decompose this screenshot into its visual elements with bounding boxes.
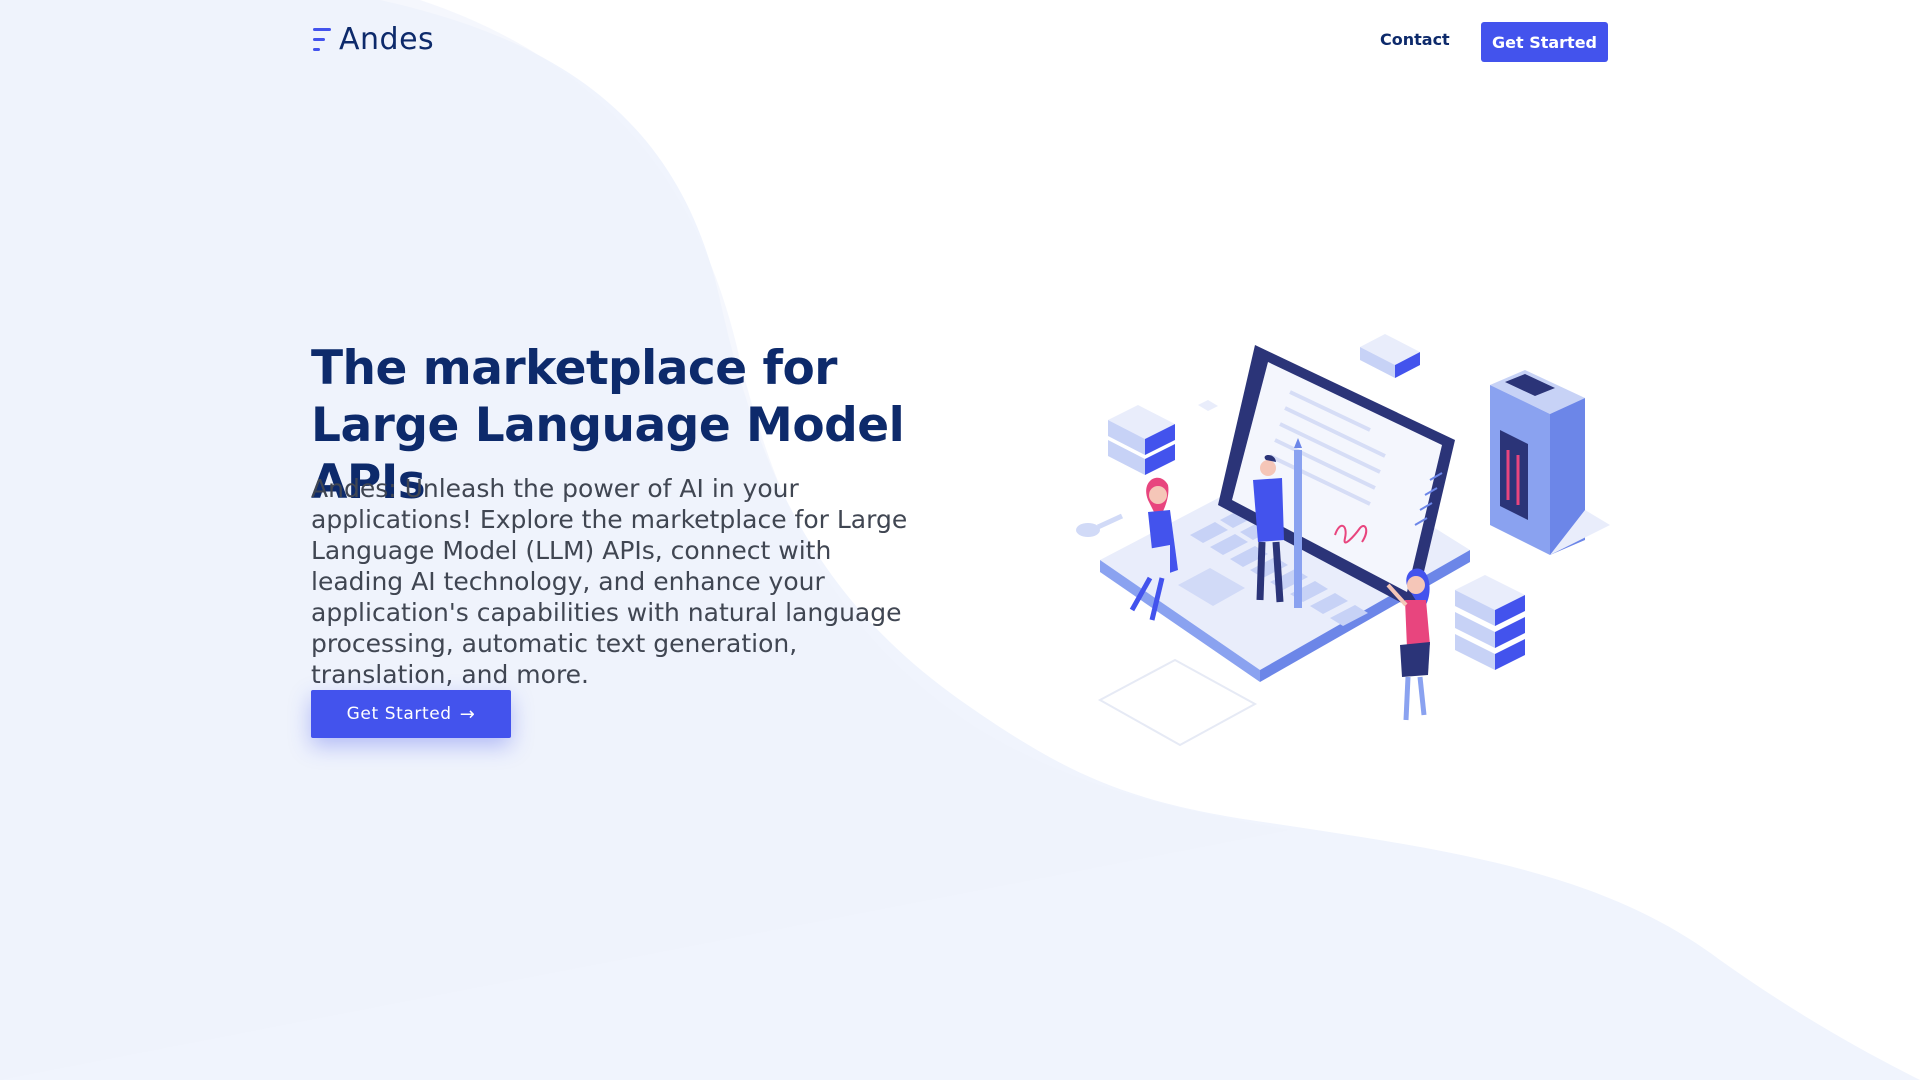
key-icon [1076, 513, 1124, 537]
background-wave [0, 0, 1920, 1080]
brand-logo[interactable]: Andes [311, 22, 434, 57]
logo-mark-icon [313, 27, 331, 51]
site-header: Andes Contact Get Started [0, 0, 1920, 84]
hero-get-started-button[interactable]: Get Started → [311, 690, 511, 738]
header-get-started-button[interactable]: Get Started [1481, 22, 1608, 62]
server-stack-right-icon [1455, 575, 1525, 670]
arrow-right-icon: → [459, 703, 476, 725]
server-tower-icon [1490, 370, 1610, 555]
floor-outline-shape [1097, 658, 1258, 747]
floating-cube-shape [1198, 400, 1218, 411]
nav-contact-link[interactable]: Contact [1380, 30, 1450, 49]
server-stack-top-icon [1360, 334, 1420, 378]
brand-name: Andes [339, 22, 435, 57]
server-stack-left-icon [1108, 405, 1175, 475]
landing-page: Andes Contact Get Started The marketplac… [0, 0, 1920, 1080]
hero-description: Andes: Unleash the power of AI in your a… [311, 474, 908, 689]
hero-cta-label: Get Started [346, 704, 452, 724]
hero-illustration [1076, 334, 1610, 747]
